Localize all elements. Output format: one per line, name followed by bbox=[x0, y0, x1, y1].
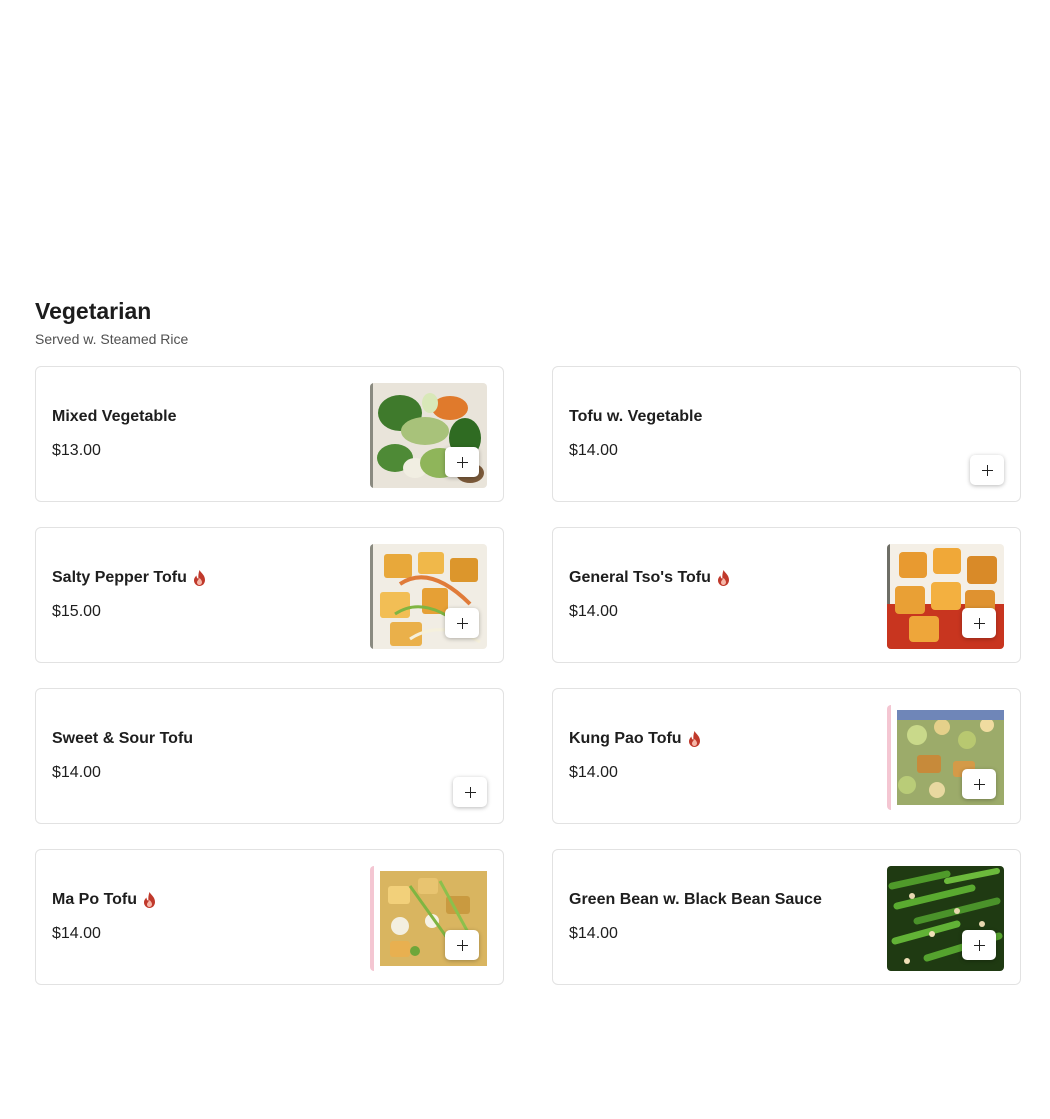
add-item-button[interactable] bbox=[962, 930, 996, 960]
item-name-row: General Tso's Tofu bbox=[569, 568, 730, 588]
menu-item-card[interactable]: Mixed Vegetable $13.00 bbox=[35, 366, 504, 502]
menu-item-card[interactable]: General Tso's Tofu $14.00 bbox=[552, 527, 1021, 663]
plus-icon bbox=[456, 617, 468, 629]
section-title: Vegetarian bbox=[35, 298, 152, 324]
plus-icon bbox=[456, 939, 468, 951]
item-info: Mixed Vegetable $13.00 bbox=[52, 367, 177, 501]
item-name: Salty Pepper Tofu bbox=[52, 569, 187, 586]
plus-icon bbox=[973, 778, 985, 790]
menu-section-vegetarian: Vegetarian Served w. Steamed Rice Mixed … bbox=[35, 296, 1021, 985]
plus-icon bbox=[456, 456, 468, 468]
item-price: $14.00 bbox=[569, 603, 618, 620]
add-item-button[interactable] bbox=[453, 777, 487, 807]
item-price: $14.00 bbox=[52, 764, 101, 781]
flame-icon bbox=[688, 731, 700, 747]
item-info: Salty Pepper Tofu $15.00 bbox=[52, 528, 206, 662]
item-name: General Tso's Tofu bbox=[569, 569, 711, 586]
plus-icon bbox=[973, 617, 985, 629]
item-name-row: Tofu w. Vegetable bbox=[569, 407, 702, 427]
item-name: Mixed Vegetable bbox=[52, 408, 177, 425]
item-name: Green Bean w. Black Bean Sauce bbox=[569, 891, 822, 908]
flame-icon bbox=[717, 570, 729, 586]
menu-items-grid: Mixed Vegetable $13.00 Tofu w. Vegetable… bbox=[35, 366, 1021, 985]
item-info: Sweet & Sour Tofu $14.00 bbox=[52, 689, 193, 823]
item-name-row: Ma Po Tofu bbox=[52, 890, 156, 910]
menu-item-card[interactable]: Tofu w. Vegetable $14.00 bbox=[552, 366, 1021, 502]
add-item-button[interactable] bbox=[970, 455, 1004, 485]
item-name: Sweet & Sour Tofu bbox=[52, 730, 194, 747]
add-item-button[interactable] bbox=[962, 608, 996, 638]
add-item-button[interactable] bbox=[962, 769, 996, 799]
item-name-row: Mixed Vegetable bbox=[52, 407, 177, 427]
item-info: Kung Pao Tofu $14.00 bbox=[569, 689, 701, 823]
item-info: Ma Po Tofu $14.00 bbox=[52, 850, 156, 984]
item-price: $14.00 bbox=[569, 442, 618, 459]
item-price: $14.00 bbox=[569, 764, 618, 781]
flame-icon bbox=[144, 892, 156, 908]
item-info: Tofu w. Vegetable $14.00 bbox=[569, 367, 702, 501]
add-item-button[interactable] bbox=[445, 930, 479, 960]
menu-item-card[interactable]: Ma Po Tofu $14.00 bbox=[35, 849, 504, 985]
item-price: $15.00 bbox=[52, 603, 101, 620]
item-info: General Tso's Tofu $14.00 bbox=[569, 528, 730, 662]
item-price: $14.00 bbox=[569, 925, 618, 942]
add-item-button[interactable] bbox=[445, 608, 479, 638]
plus-icon bbox=[973, 939, 985, 951]
item-name-row: Salty Pepper Tofu bbox=[52, 568, 206, 588]
plus-icon bbox=[981, 464, 993, 476]
item-info: Green Bean w. Black Bean Sauce $14.00 bbox=[569, 850, 822, 984]
section-subtitle: Served w. Steamed Rice bbox=[35, 331, 189, 347]
plus-icon bbox=[464, 786, 476, 798]
menu-item-card[interactable]: Sweet & Sour Tofu $14.00 bbox=[35, 688, 504, 824]
item-name-row: Kung Pao Tofu bbox=[569, 729, 701, 749]
add-item-button[interactable] bbox=[445, 447, 479, 477]
flame-icon bbox=[193, 570, 205, 586]
item-price: $13.00 bbox=[52, 442, 101, 459]
menu-item-card[interactable]: Kung Pao Tofu $14.00 bbox=[552, 688, 1021, 824]
item-name: Ma Po Tofu bbox=[52, 891, 138, 908]
item-name-row: Sweet & Sour Tofu bbox=[52, 729, 193, 749]
menu-item-card[interactable]: Salty Pepper Tofu $15.00 bbox=[35, 527, 504, 663]
menu-item-card[interactable]: Green Bean w. Black Bean Sauce $14.00 bbox=[552, 849, 1021, 985]
item-name-row: Green Bean w. Black Bean Sauce bbox=[569, 890, 822, 910]
item-name: Tofu w. Vegetable bbox=[569, 408, 703, 425]
item-price: $14.00 bbox=[52, 925, 101, 942]
item-name: Kung Pao Tofu bbox=[569, 730, 682, 747]
